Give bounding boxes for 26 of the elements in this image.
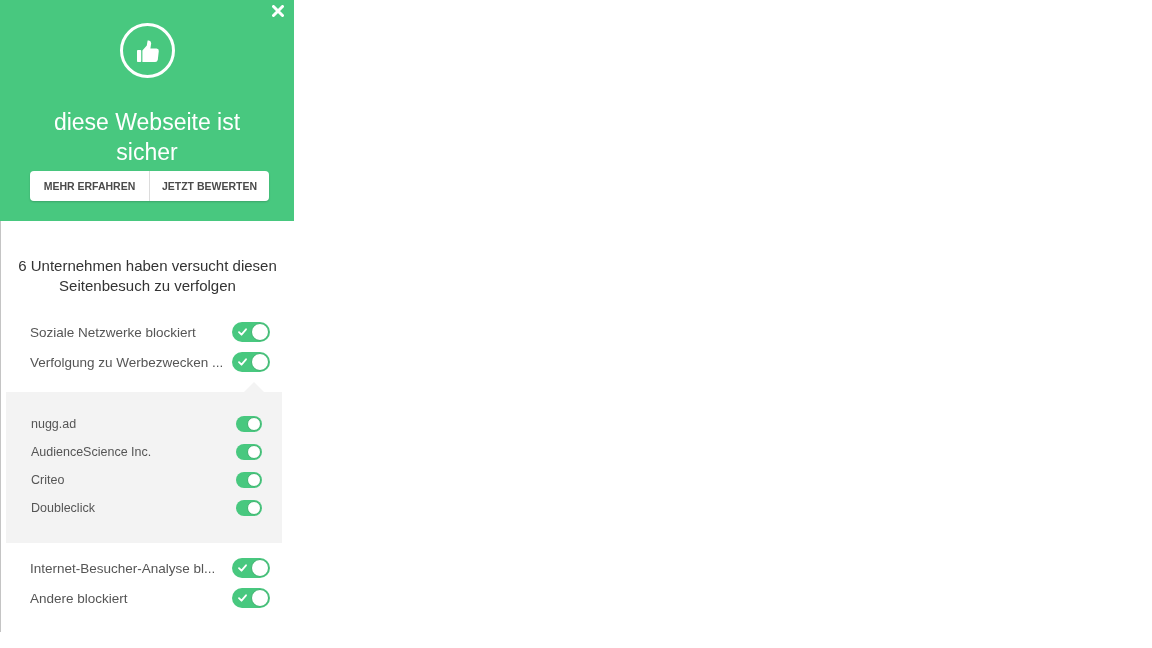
tracker-label: nugg.ad: [31, 417, 77, 431]
tracker-label: AudienceScience Inc.: [31, 445, 152, 459]
check-icon: [238, 564, 247, 572]
toggle-switch[interactable]: [236, 500, 262, 516]
tracker-label: Doubleclick: [31, 501, 95, 515]
category-label: Internet-Besucher-Analyse bl...: [30, 560, 216, 576]
tracker-label: Criteo: [31, 473, 65, 487]
rate-button[interactable]: JETZT BEWERTEN: [150, 171, 269, 201]
check-icon: [238, 594, 247, 602]
toggle-switch[interactable]: [236, 444, 262, 460]
toggle-switch[interactable]: [232, 558, 270, 578]
toggle-switch[interactable]: [236, 472, 262, 488]
category-label: Soziale Netzwerke blockiert: [30, 324, 196, 340]
toggle-switch[interactable]: [232, 352, 270, 372]
learn-more-button[interactable]: MEHR ERFAHREN: [30, 171, 150, 201]
category-label: Verfolgung zu Werbezwecken ...: [30, 354, 224, 370]
check-icon: [238, 328, 247, 336]
close-icon[interactable]: [272, 5, 284, 17]
category-label: Andere blockiert: [30, 590, 128, 606]
toggle-switch[interactable]: [232, 588, 270, 608]
thumbs-up-icon: [119, 23, 175, 78]
tracker-summary: 6 Unternehmen haben versucht diesen Seitenbesuch zu verfolgen: [17, 256, 278, 296]
toggle-switch[interactable]: [236, 416, 262, 432]
check-icon: [238, 358, 247, 366]
toggle-switch[interactable]: [232, 322, 270, 342]
status-title: diese Webseite ist sicher: [52, 108, 242, 167]
